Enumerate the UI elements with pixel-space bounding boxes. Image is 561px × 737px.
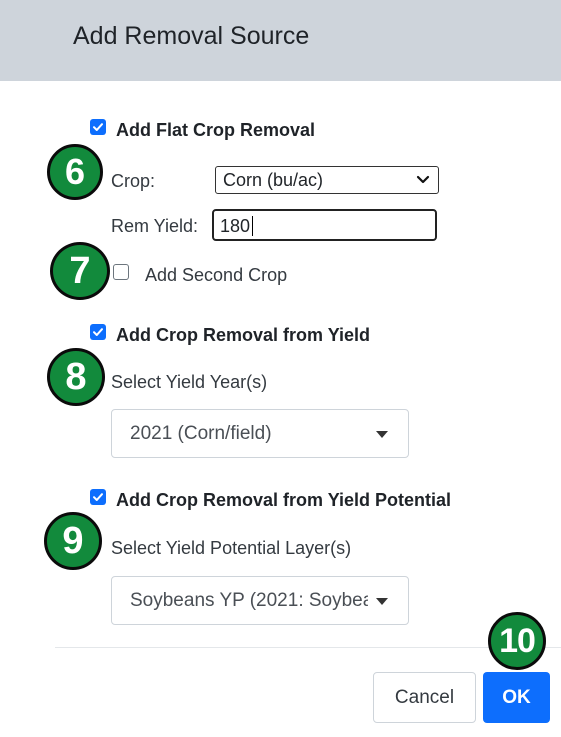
chevron-down-icon bbox=[416, 175, 430, 184]
cancel-button[interactable]: Cancel bbox=[373, 672, 476, 723]
crop-removal-from-yield-label: Add Crop Removal from Yield bbox=[116, 325, 371, 345]
rem-yield-input[interactable]: 180 bbox=[212, 209, 437, 241]
step-badge-7: 7 bbox=[50, 242, 110, 300]
flat-crop-removal-label: Add Flat Crop Removal bbox=[116, 120, 316, 140]
add-second-crop-label: Add Second Crop bbox=[145, 265, 288, 285]
crop-removal-from-yield-potential-checkbox[interactable] bbox=[90, 489, 106, 505]
checkmark-icon bbox=[93, 328, 103, 336]
select-yield-potential-layers-label: Select Yield Potential Layer(s) bbox=[111, 538, 352, 558]
dialog-header: Add Removal Source bbox=[0, 0, 561, 81]
checkmark-icon bbox=[93, 493, 103, 501]
step-badge-8: 8 bbox=[47, 348, 105, 406]
text-cursor bbox=[252, 216, 253, 236]
yield-potential-layer-dropdown[interactable]: Soybeans YP (2021: Soybeans) bbox=[111, 576, 409, 625]
checkmark-icon bbox=[93, 123, 103, 131]
crop-removal-from-yield-potential-label: Add Crop Removal from Yield Potential bbox=[116, 490, 452, 510]
step-badge-6: 6 bbox=[47, 144, 103, 200]
step-badge-10: 10 bbox=[488, 612, 546, 670]
caret-down-icon bbox=[376, 431, 388, 438]
dialog-title: Add Removal Source bbox=[73, 22, 310, 50]
crop-select[interactable]: Corn (bu/ac) bbox=[215, 166, 439, 194]
yield-potential-layer-selected: Soybeans YP (2021: Soybeans) bbox=[130, 590, 368, 611]
yield-year-selected: 2021 (Corn/field) bbox=[130, 423, 272, 444]
rem-yield-label: Rem Yield: bbox=[111, 216, 199, 236]
crop-label: Crop: bbox=[111, 171, 156, 191]
yield-year-dropdown[interactable]: 2021 (Corn/field) bbox=[111, 409, 409, 458]
step-badge-9: 9 bbox=[44, 512, 102, 570]
caret-down-icon bbox=[376, 598, 388, 605]
add-second-crop-checkbox[interactable] bbox=[113, 264, 129, 280]
footer-divider bbox=[55, 647, 561, 648]
rem-yield-value: 180 bbox=[220, 216, 251, 236]
flat-crop-removal-checkbox[interactable] bbox=[90, 119, 106, 135]
ok-button[interactable]: OK bbox=[483, 672, 550, 723]
select-yield-years-label: Select Yield Year(s) bbox=[111, 372, 268, 392]
crop-select-value: Corn (bu/ac) bbox=[223, 170, 324, 190]
crop-removal-from-yield-checkbox[interactable] bbox=[90, 324, 106, 340]
